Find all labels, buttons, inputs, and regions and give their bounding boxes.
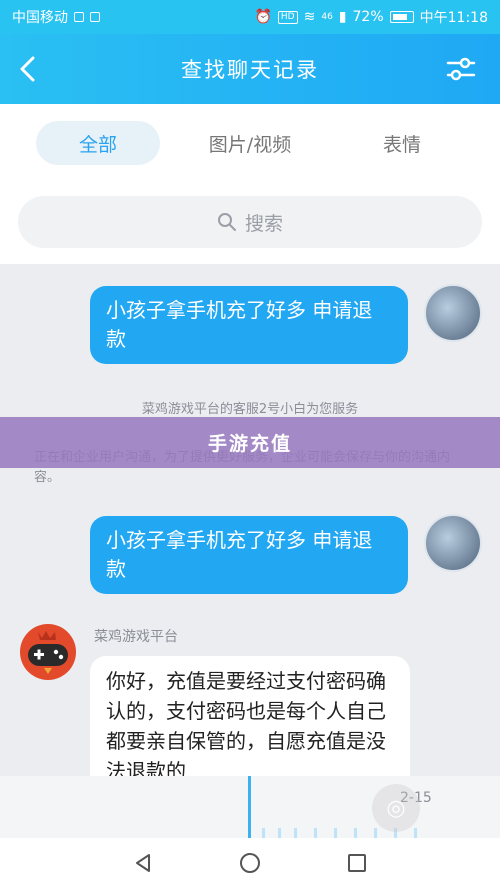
message-bubble-outgoing[interactable]: 小孩子拿手机充了好多 申请退款 [90, 516, 408, 594]
system-nav-bar [0, 838, 500, 888]
scrubber-tick [414, 828, 417, 838]
battery-icon [389, 11, 414, 23]
filter-panel: 全部 图片/视频 表情 搜索 [0, 104, 500, 264]
battery-percent: 72% [352, 9, 384, 25]
gamepad-icon [28, 631, 68, 674]
search-placeholder: 搜索 [244, 212, 283, 235]
nav-home-button[interactable] [230, 843, 270, 883]
scrubber-tick [294, 828, 297, 838]
status-right: ⏰ HD ≋ 46 ▮ 72% 中午11:18 [254, 7, 488, 27]
banner-text: 手游充值 [207, 433, 292, 455]
filter-button[interactable] [444, 52, 478, 86]
scrubber-playhead[interactable] [248, 776, 251, 838]
scrubber-tick [354, 828, 357, 838]
notification-icon [74, 12, 84, 22]
tab-all[interactable]: 全部 [36, 121, 160, 165]
page-title: 查找聊天记录 [181, 58, 319, 82]
nav-back-button[interactable] [123, 843, 163, 883]
scrubber-tick [278, 828, 281, 838]
alarm-icon: ⏰ [254, 9, 272, 25]
hd-badge: HD [277, 10, 298, 24]
message-bubble-outgoing[interactable]: 小孩子拿手机充了好多 申请退款 [90, 286, 408, 364]
back-button[interactable] [8, 49, 48, 89]
user-avatar[interactable] [424, 284, 482, 342]
status-bar: 中国移动 ⏰ HD ≋ 46 ▮ 72% 中午11:18 [0, 0, 500, 34]
wifi-icon: ≋ [303, 9, 316, 25]
chevron-left-icon [20, 56, 35, 82]
scrubber-tick [374, 828, 377, 838]
sender-name: 菜鸡游戏平台 [94, 629, 178, 645]
tab-stickers[interactable]: 表情 [340, 121, 464, 165]
search-input[interactable]: 搜索 [18, 196, 482, 248]
header: 查找聊天记录 [0, 34, 500, 104]
tab-images-videos[interactable]: 图片/视频 [188, 121, 312, 165]
message-bubble-incoming[interactable]: 你好，充值是要经过支付密码确认的，支付密码也是每个人自己都要亲自保管的，自愿充值… [90, 656, 410, 776]
carrier-label: 中国移动 [12, 10, 68, 26]
nav-recent-button[interactable] [337, 843, 377, 883]
video-scrubber[interactable]: 2-15 [0, 776, 500, 838]
tab-bar: 全部 图片/视频 表情 [0, 119, 500, 167]
message-icon [90, 12, 100, 22]
user-avatar[interactable] [424, 514, 482, 572]
search-icon [217, 213, 236, 231]
scrubber-tick [262, 828, 265, 838]
signal-icon: ▮ [338, 9, 347, 25]
sliders-icon [446, 57, 476, 81]
signal-label: 46 [321, 12, 333, 22]
overlay-banner: 手游充值 [0, 417, 500, 468]
clock: 中午11:18 [419, 10, 488, 26]
circle-home-icon [239, 853, 260, 873]
bot-avatar[interactable] [20, 624, 76, 680]
scrubber-tick [314, 828, 317, 838]
system-message: 菜鸡游戏平台的客服2号小白为您服务 [141, 402, 359, 417]
chat-history[interactable]: 小孩子拿手机充了好多 申请退款 菜鸡游戏平台的客服2号小白为您服务 正在和企业用… [0, 264, 500, 776]
scrubber-tick [334, 828, 337, 838]
triangle-back-icon [136, 854, 151, 872]
square-recent-icon [347, 854, 366, 872]
watermark-icon: ◎ [372, 784, 420, 832]
status-left: 中国移动 [12, 7, 100, 27]
